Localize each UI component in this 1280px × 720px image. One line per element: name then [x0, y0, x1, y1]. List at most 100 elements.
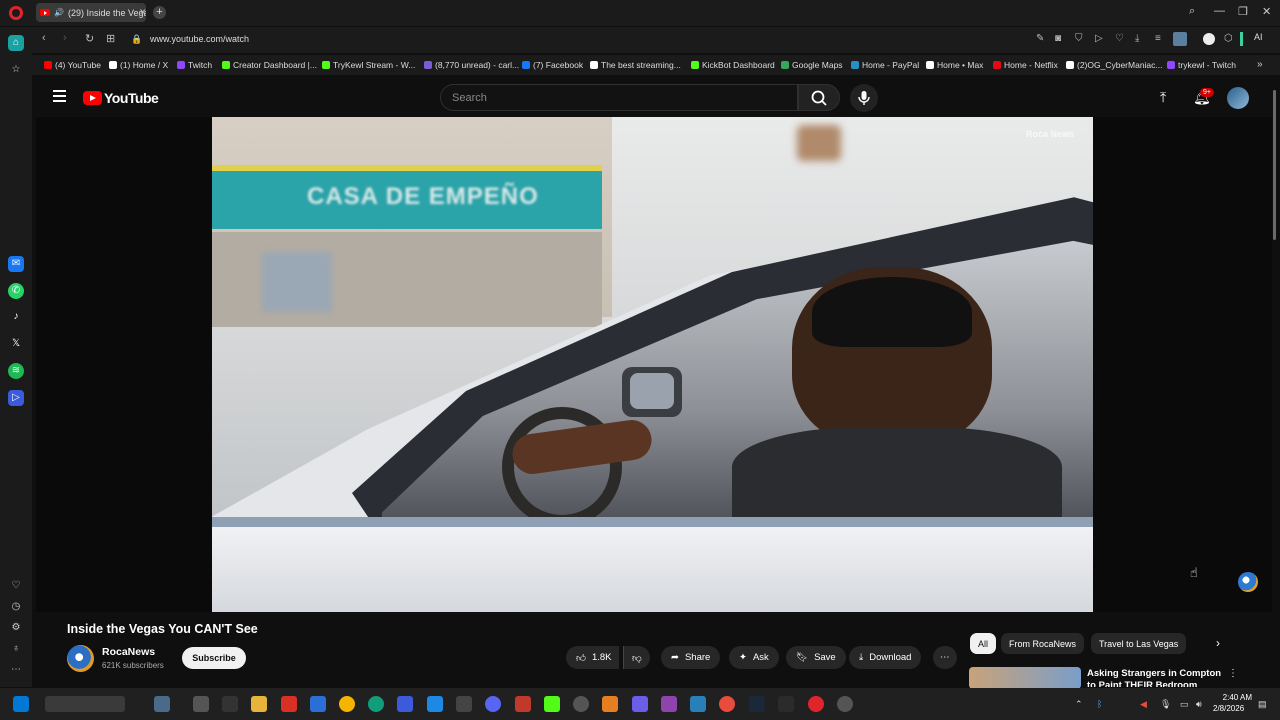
volume-icon[interactable]: 🔊︎ — [1196, 699, 1202, 710]
clock-time[interactable]: 2:40 AM — [1222, 693, 1252, 702]
taskbar-app-icon[interactable] — [602, 696, 618, 712]
tiktok-icon[interactable]: ♪ — [8, 309, 24, 325]
tips-icon[interactable]: ♁ — [8, 641, 24, 657]
chips-next-icon[interactable]: › — [1216, 636, 1220, 650]
taskbar-app-icon[interactable] — [397, 696, 413, 712]
taskbar-app-icon[interactable] — [690, 696, 706, 712]
bookmark-item[interactable]: (8,770 unread) - carl... — [424, 60, 519, 70]
tray-overflow-icon[interactable]: ⌃ — [1075, 699, 1083, 710]
youtube-logo-icon[interactable] — [83, 91, 102, 105]
spotify-icon[interactable]: ≋ — [8, 363, 24, 379]
clock-date[interactable]: 2/8/2026 — [1213, 704, 1244, 713]
bookmark-item[interactable]: (4) YouTube — [44, 60, 101, 70]
chip-travel-las-vegas[interactable]: Travel to Las Vegas — [1091, 633, 1187, 654]
browser-tab-active[interactable]: 🔊 (29) Inside the Vegas — [36, 3, 146, 22]
bookmark-item[interactable]: Creator Dashboard |... — [222, 60, 317, 70]
microphone-tray-icon[interactable]: 🎙︎ — [1160, 699, 1171, 710]
messenger-icon[interactable]: ✉ — [8, 256, 24, 272]
taskbar-app-icon[interactable] — [154, 696, 170, 712]
sidebar-more-icon[interactable]: ⋯ — [8, 662, 24, 678]
home-icon[interactable]: ⌂ — [8, 35, 24, 51]
close-window-button[interactable]: ✕ — [1262, 5, 1271, 18]
chat-assistant-icon[interactable] — [1238, 572, 1258, 592]
search-button[interactable] — [798, 84, 840, 111]
subscribe-button[interactable]: Subscribe — [182, 647, 246, 669]
player-icon[interactable]: ▷ — [8, 390, 24, 406]
history-icon[interactable]: ◷ — [8, 599, 24, 615]
upload-icon[interactable]: ⤒ — [1160, 89, 1166, 106]
taskbar-app-icon[interactable] — [222, 696, 238, 712]
heart-icon[interactable]: ♡ — [1115, 33, 1124, 44]
bookmark-item[interactable]: KickBot Dashboard — [691, 60, 775, 70]
chrome-icon[interactable] — [339, 696, 355, 712]
taskbar-app-icon[interactable] — [719, 696, 735, 712]
recommendation-title[interactable]: Asking Strangers in Compton to Paint THE… — [1087, 668, 1227, 687]
audio-playing-icon[interactable]: 🔊 — [54, 8, 64, 17]
voice-search-button[interactable] — [850, 84, 878, 112]
edge-icon[interactable] — [368, 696, 384, 712]
whatsapp-icon[interactable]: ✆ — [8, 283, 24, 299]
recommendation-menu-icon[interactable]: ⋮ — [1228, 668, 1238, 679]
favorites-heart-icon[interactable]: ♡ — [8, 578, 24, 594]
guide-menu-icon[interactable] — [53, 90, 66, 102]
bookmark-item[interactable]: Home - PayPal — [851, 60, 919, 70]
bookmark-item[interactable]: (2)OG_CyberManiac... — [1066, 60, 1163, 70]
x-icon[interactable]: 𝕏 — [8, 336, 24, 352]
taskbar-app-icon[interactable] — [427, 696, 443, 712]
camera-icon[interactable]: ◙ — [1055, 33, 1061, 44]
channel-name[interactable]: RocaNews — [102, 646, 155, 658]
bookmark-item[interactable]: Google Maps — [781, 60, 843, 70]
dislike-button[interactable]: 👎︎ — [623, 646, 650, 669]
tab-close-icon[interactable]: ✕ — [139, 7, 147, 18]
steam-icon[interactable] — [749, 696, 765, 712]
taskbar-app-icon[interactable] — [310, 696, 326, 712]
start-button-icon[interactable] — [13, 696, 29, 712]
recommendation-thumbnail[interactable] — [969, 667, 1081, 689]
restore-button[interactable]: ❐ — [1238, 5, 1248, 18]
extension-s-icon[interactable] — [1203, 33, 1215, 45]
minimize-button[interactable]: — — [1214, 5, 1225, 17]
taskbar-app-icon[interactable] — [281, 696, 297, 712]
edit-icon[interactable]: ✎ — [1036, 33, 1044, 44]
pinboard-icon[interactable]: ☆ — [8, 62, 24, 78]
play-icon[interactable]: ▷ — [1095, 33, 1103, 44]
page-scrollbar[interactable] — [1273, 90, 1276, 240]
taskbar-app-icon[interactable] — [515, 696, 531, 712]
taskbar-app-icon[interactable] — [456, 696, 472, 712]
bluetooth-icon[interactable]: ᛒ — [1097, 699, 1102, 709]
kick-icon[interactable] — [544, 696, 560, 712]
lock-icon[interactable]: 🔒 — [131, 34, 142, 45]
bookmark-item[interactable]: (7) Facebook — [522, 60, 583, 70]
more-actions-button[interactable]: ⋯ — [933, 646, 957, 669]
display-icon[interactable]: ▭ — [1180, 699, 1189, 710]
taskbar-app-icon[interactable] — [573, 696, 589, 712]
menu-icon[interactable]: ≡ — [1155, 33, 1161, 44]
ai-button[interactable]: AI — [1254, 32, 1263, 42]
video-player[interactable]: CASA DE EMPEÑO Roca News — [212, 117, 1093, 612]
new-tab-button[interactable]: + — [153, 6, 166, 19]
more-bookmarks-icon[interactable]: » — [1257, 59, 1263, 70]
search-input[interactable]: Search — [440, 84, 798, 111]
download-button[interactable]: ⤓ Download — [849, 646, 922, 669]
taskbar-app-icon[interactable] — [632, 696, 648, 712]
account-avatar[interactable] — [1227, 87, 1249, 109]
file-explorer-icon[interactable] — [251, 696, 267, 712]
taskbar-app-icon[interactable] — [661, 696, 677, 712]
forward-button[interactable]: › — [63, 32, 67, 44]
notification-center-icon[interactable]: ▤ — [1258, 699, 1267, 710]
epic-games-icon[interactable] — [778, 696, 794, 712]
like-button[interactable]: 👍︎ 1.8K — [566, 646, 620, 669]
extension-icon[interactable] — [1173, 32, 1187, 46]
tab-search-icon[interactable]: ⌕ — [1189, 5, 1195, 18]
url-field[interactable]: www.youtube.com/watch — [150, 34, 249, 44]
ask-button[interactable]: ✦ Ask — [729, 646, 779, 669]
bookmark-item[interactable]: (1) Home / X — [109, 60, 168, 70]
download-icon[interactable]: ⤓ — [1135, 33, 1139, 44]
taskbar-search[interactable] — [45, 696, 125, 712]
save-button[interactable]: 🔖︎ Save — [786, 646, 846, 669]
chip-all[interactable]: All — [970, 633, 997, 654]
discord-icon[interactable] — [485, 696, 501, 712]
taskbar-app-icon[interactable] — [837, 696, 853, 712]
bookmark-item[interactable]: Home • Max — [926, 60, 983, 70]
shield-icon[interactable]: ⛉ — [1075, 33, 1083, 44]
